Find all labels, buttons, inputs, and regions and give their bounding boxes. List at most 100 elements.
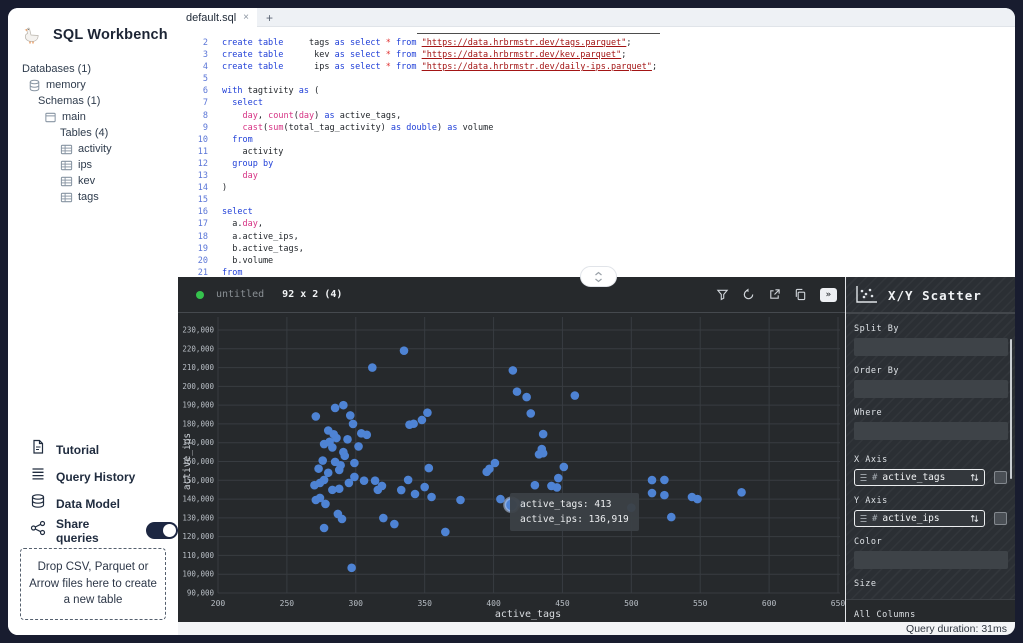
- database-tree: Databases (1) memory Schemas (1) main Ta…: [8, 62, 178, 205]
- code-line-7: 7 select: [202, 98, 263, 109]
- tab-close-icon[interactable]: ×: [243, 12, 249, 23]
- table-item-kev[interactable]: kev: [8, 174, 178, 189]
- share-icon: [30, 520, 46, 541]
- svg-text:250: 250: [280, 599, 295, 608]
- svg-text:130,000: 130,000: [182, 513, 214, 522]
- y-axis-row: # active_ips: [854, 510, 1007, 527]
- size-label: Size: [854, 579, 877, 589]
- menu-item-label: Data Model: [56, 496, 121, 511]
- database-icon: [29, 79, 40, 92]
- table-icon: [60, 160, 73, 170]
- menu-item-label: Query History: [56, 469, 136, 484]
- svg-text:350: 350: [417, 599, 432, 608]
- code-line-6: 6 with tagtivity as (: [202, 86, 320, 97]
- code-line-12: 12 group by: [197, 158, 274, 169]
- menu-item-label: Share queries: [56, 516, 99, 545]
- code-line-19: 19 b.active_tags,: [197, 243, 304, 254]
- tables-label-row: Tables (4): [8, 126, 178, 141]
- status-dot: [196, 290, 204, 299]
- tab-label: default.sql: [186, 11, 237, 24]
- table-item-tags[interactable]: tags: [8, 190, 178, 205]
- panel-scrollbar[interactable]: [1010, 339, 1012, 479]
- results-toolbar: »: [716, 287, 837, 302]
- color-label: Color: [854, 537, 883, 547]
- expand-panel-button[interactable]: »: [819, 287, 837, 302]
- code-lines: 2 create table tags as select * from "htt…: [178, 38, 1015, 277]
- tab-default-sql[interactable]: default.sql ×: [178, 8, 257, 27]
- table-list: activity ips kev tags: [8, 142, 178, 205]
- share-queries-toggle[interactable]: [146, 522, 178, 539]
- scatter-chart[interactable]: 200 250 300 350 400 450 500 550 600 650 90,000 100,…: [178, 313, 845, 622]
- svg-text:90,000: 90,000: [187, 589, 215, 598]
- schema-name: main: [62, 111, 86, 124]
- sort-arrows-icon[interactable]: [970, 473, 979, 482]
- database-item-memory[interactable]: memory: [8, 78, 178, 93]
- filter-icon[interactable]: [716, 288, 729, 301]
- table-name: ips: [78, 159, 93, 172]
- result-name: untitled: [216, 289, 265, 300]
- drag-handle-icon[interactable]: [860, 514, 867, 523]
- menu-item-label: Tutorial: [56, 442, 100, 457]
- code-line-16: 16 select: [197, 207, 253, 218]
- goose-icon: [24, 27, 39, 44]
- svg-text:active_tags: active_tags: [495, 609, 561, 620]
- svg-text:220,000: 220,000: [182, 344, 214, 353]
- split-by-label: Split By: [854, 324, 899, 334]
- svg-text:400: 400: [486, 599, 501, 608]
- svg-text:600: 600: [762, 599, 777, 608]
- drag-handle-icon[interactable]: [860, 473, 867, 482]
- open-external-icon[interactable]: [768, 288, 781, 301]
- table-item-ips[interactable]: ips: [8, 158, 178, 173]
- databases-label: Databases (1): [22, 63, 92, 76]
- data-model-icon: [30, 493, 46, 514]
- order-by-input[interactable]: [854, 380, 1008, 398]
- code-line-3: 3 create table kev as select * from "http…: [202, 50, 627, 61]
- table-name: tags: [78, 191, 99, 204]
- table-item-activity[interactable]: activity: [8, 142, 178, 157]
- code-line-13: 13 day: [197, 171, 258, 182]
- split-by-input[interactable]: [854, 338, 1008, 356]
- sort-arrows-icon[interactable]: [970, 514, 979, 523]
- file-dropzone[interactable]: Drop CSV, Parquet or Arrow files here to…: [20, 548, 166, 620]
- svg-text:140,000: 140,000: [182, 495, 214, 504]
- table-name: kev: [78, 175, 96, 188]
- document-icon: [30, 439, 46, 460]
- copy-icon[interactable]: [794, 288, 807, 301]
- x-axis-value: active_tags: [882, 472, 946, 483]
- new-tab-button[interactable]: +: [260, 8, 279, 27]
- color-input[interactable]: [854, 551, 1008, 569]
- refresh-icon[interactable]: [742, 288, 755, 301]
- sql-editor[interactable]: 2 create table tags as select * from "htt…: [178, 27, 1015, 277]
- menu-item-data-model[interactable]: Data Model: [8, 490, 178, 517]
- y-axis-field[interactable]: # active_ips: [854, 510, 986, 527]
- x-axis-field[interactable]: # active_tags: [854, 469, 986, 486]
- chart-config-panel: X/Y Scatter Split By Order By Where X Ax…: [845, 277, 1015, 622]
- line1-underline-remnant: [417, 33, 660, 34]
- dropzone-text: Drop CSV, Parquet or Arrow files here to…: [29, 560, 157, 607]
- menu-item-query-history[interactable]: Query History: [8, 463, 178, 490]
- database-name: memory: [46, 79, 86, 92]
- svg-text:300: 300: [349, 599, 364, 608]
- table-icon: [60, 192, 73, 202]
- y-axis-value: active_ips: [882, 513, 940, 524]
- svg-text:200: 200: [211, 599, 226, 608]
- query-duration: Query duration: 31ms: [906, 622, 1007, 635]
- x-axis-checkbox[interactable]: [994, 471, 1007, 484]
- menu-item-tutorial[interactable]: Tutorial: [8, 436, 178, 463]
- where-input[interactable]: [854, 422, 1008, 440]
- resize-chevrons-icon: [595, 271, 602, 282]
- code-line-4: 4 create table ips as select * from "http…: [202, 62, 658, 73]
- app-title: SQL Workbench: [53, 27, 168, 43]
- svg-text:100,000: 100,000: [182, 570, 214, 579]
- app-window: SQL Workbench Databases (1) memory Schem…: [8, 8, 1015, 635]
- svg-text:190,000: 190,000: [182, 401, 214, 410]
- menu-item-share-queries[interactable]: Share queries: [8, 516, 178, 545]
- schema-item-main[interactable]: main: [8, 110, 178, 125]
- tables-label: Tables (4): [60, 127, 109, 140]
- split-drag-handle[interactable]: [580, 266, 617, 287]
- y-axis-checkbox[interactable]: [994, 512, 1007, 525]
- x-axis-row: # active_tags: [854, 469, 1007, 486]
- table-icon: [60, 144, 73, 154]
- results-header: untitled 92 x 2 (4) »: [178, 277, 845, 313]
- scatter-chart-icon: [856, 286, 877, 303]
